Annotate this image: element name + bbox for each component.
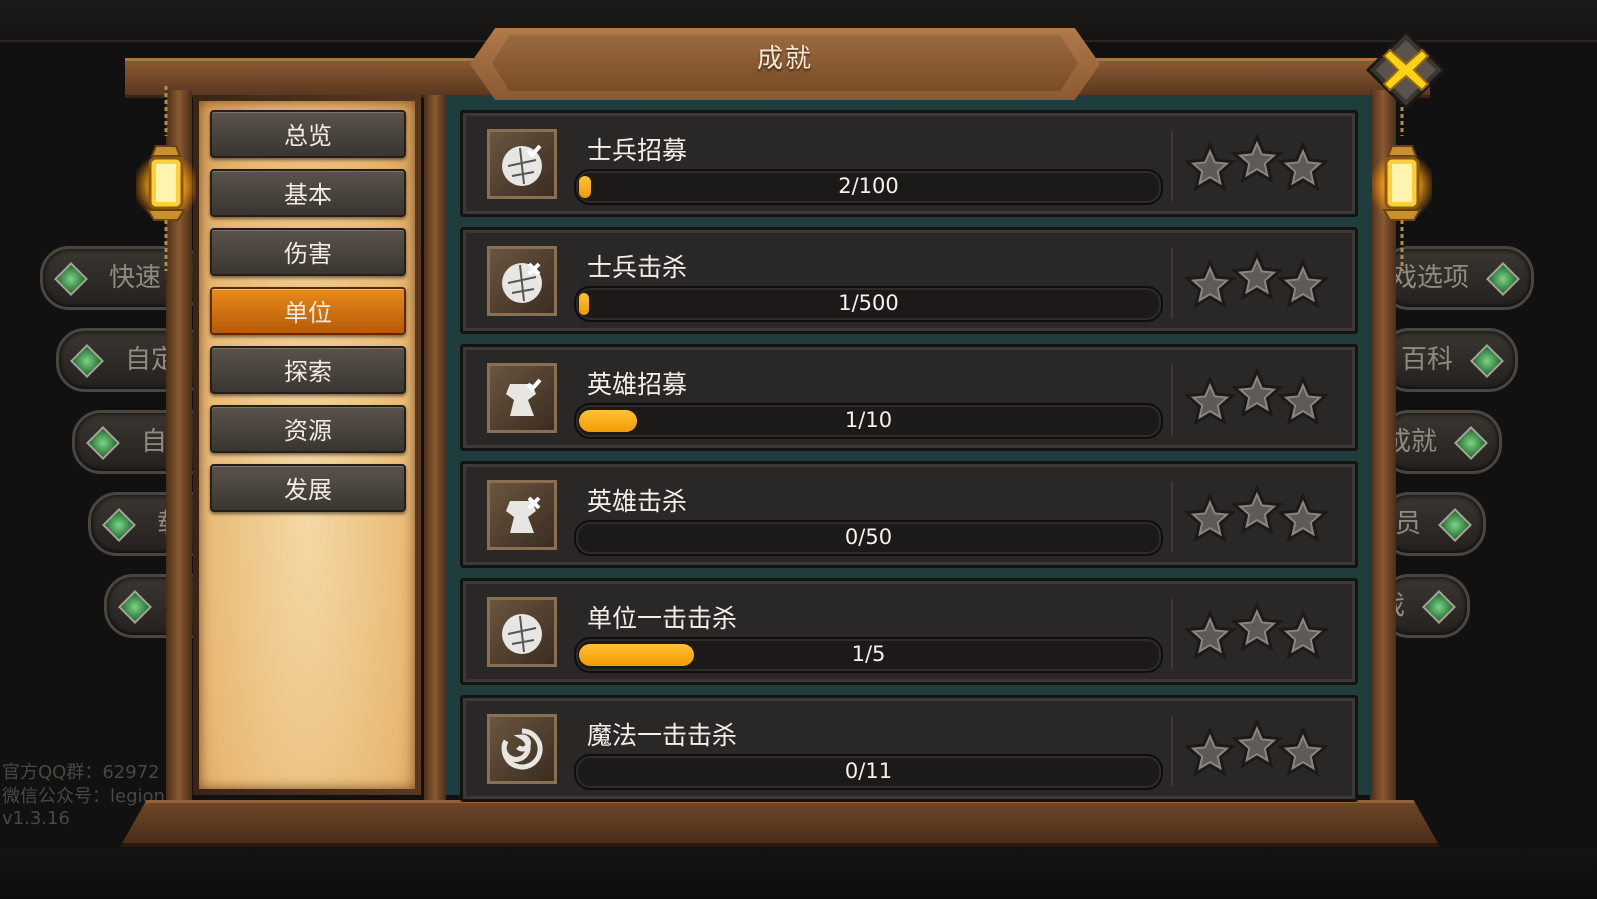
progress-bar: 0/50 <box>574 520 1163 556</box>
progress-bar: 1/500 <box>574 286 1163 322</box>
achievement-row[interactable]: 英雄招募 1/10 <box>460 344 1358 451</box>
tab-explore[interactable]: 探索 <box>210 346 406 394</box>
star-rating <box>1185 718 1330 777</box>
progress-text: 0/50 <box>844 525 893 549</box>
gem-icon <box>1454 426 1488 460</box>
qq-group-text: 官方QQ群：62972 <box>2 762 160 783</box>
bg-menu-encyclopedia-button[interactable]: 百科 <box>1380 328 1518 392</box>
soldier-kill-icon <box>487 246 557 316</box>
frame-divider <box>424 95 446 800</box>
tab-resources[interactable]: 资源 <box>210 405 406 453</box>
tab-basic[interactable]: 基本 <box>210 169 406 217</box>
gem-icon <box>1486 262 1520 296</box>
gem-icon <box>1438 508 1472 542</box>
hero-recruit-icon <box>487 363 557 433</box>
star-rating <box>1185 133 1330 192</box>
achievement-name: 英雄击杀 <box>587 487 688 516</box>
tab-overview[interactable]: 总览 <box>210 110 406 158</box>
star-rating <box>1185 484 1330 543</box>
achievement-name: 英雄招募 <box>587 370 688 399</box>
soldier-recruit-icon <box>487 129 557 199</box>
achievement-row[interactable]: 士兵击杀 1/500 <box>460 227 1358 334</box>
achievement-name: 士兵招募 <box>587 136 688 165</box>
star-rating <box>1185 250 1330 309</box>
star-rating <box>1185 601 1330 660</box>
progress-bar: 0/11 <box>574 754 1163 790</box>
progress-text: 1/10 <box>844 408 893 432</box>
magic-oneshot-icon <box>487 714 557 784</box>
achievement-row[interactable]: 单位一击击杀 1/5 <box>460 578 1358 685</box>
category-nav: 总览 基本 伤害 单位 探索 资源 发展 <box>210 110 406 523</box>
progress-bar: 1/5 <box>574 637 1163 673</box>
progress-text: 1/5 <box>851 642 886 666</box>
star-rating <box>1185 367 1330 426</box>
lantern-left-icon <box>136 86 196 271</box>
progress-bar: 2/100 <box>574 169 1163 205</box>
achievement-list: 士兵招募 2/100 士兵击杀 1/500 英雄招募 1/10 英雄击杀 0/5… <box>460 110 1358 812</box>
achievement-row[interactable]: 魔法一击击杀 0/11 <box>460 695 1358 802</box>
version-text: v1.3.16 <box>2 808 70 829</box>
wechat-text: 微信公众号：legion <box>2 786 165 807</box>
gem-icon <box>54 262 88 296</box>
gem-icon <box>1470 344 1504 378</box>
hero-kill-icon <box>487 480 557 550</box>
achievement-row[interactable]: 士兵招募 2/100 <box>460 110 1358 217</box>
tab-units[interactable]: 单位 <box>210 287 406 335</box>
progress-bar: 1/10 <box>574 403 1163 439</box>
gem-icon <box>70 344 104 378</box>
gem-icon <box>118 590 152 624</box>
background-bottom-bar <box>0 850 1597 899</box>
achievement-name: 魔法一击击杀 <box>587 721 738 750</box>
gem-icon <box>102 508 136 542</box>
achievement-name: 单位一击击杀 <box>587 604 738 633</box>
gem-icon <box>1422 590 1456 624</box>
unit-oneshot-icon <box>487 597 557 667</box>
tab-damage[interactable]: 伤害 <box>210 228 406 276</box>
tab-development[interactable]: 发展 <box>210 464 406 512</box>
achievement-name: 士兵击杀 <box>587 253 688 282</box>
close-icon[interactable] <box>1366 30 1446 110</box>
progress-text: 2/100 <box>838 174 899 198</box>
gem-icon <box>86 426 120 460</box>
page-title: 成就 <box>756 44 813 74</box>
progress-text: 0/11 <box>844 759 893 783</box>
progress-text: 1/500 <box>838 291 899 315</box>
achievement-row[interactable]: 英雄击杀 0/50 <box>460 461 1358 568</box>
bg-menu-achievements-button[interactable]: 成就 <box>1380 410 1502 474</box>
lantern-right-icon <box>1372 86 1432 271</box>
